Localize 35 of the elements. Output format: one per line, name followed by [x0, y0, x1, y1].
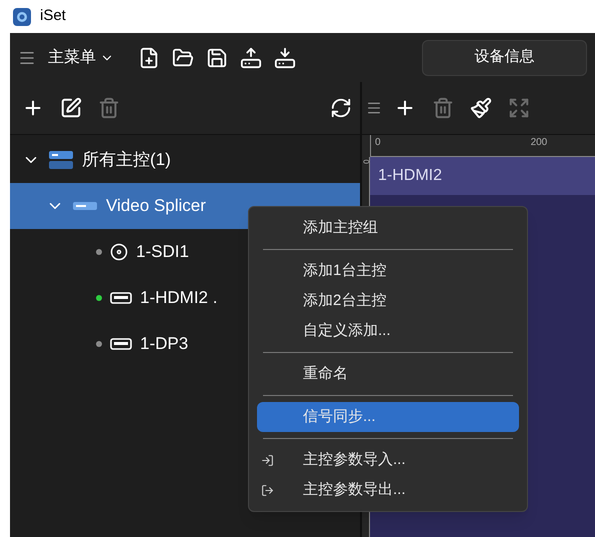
- tree-item[interactable]: 所有主控(1): [10, 137, 360, 183]
- device-group-icon: [48, 150, 74, 170]
- ruler-label: 0: [360, 160, 372, 166]
- ruler-label: 200: [530, 136, 548, 150]
- menu-item[interactable]: 重命名: [257, 359, 519, 389]
- menu-icon[interactable]: [366, 100, 382, 116]
- menu-item[interactable]: 主控参数导出...: [257, 475, 519, 505]
- tree-label: 1-HDMI2 .: [140, 287, 218, 310]
- export-icon: [261, 484, 274, 496]
- import-icon: [261, 454, 274, 466]
- menu-item[interactable]: 自定义添加...: [257, 316, 519, 346]
- refresh-icon[interactable]: [330, 97, 352, 119]
- port-icon: [110, 338, 132, 350]
- menu-item[interactable]: 主控参数导入...: [257, 445, 519, 475]
- port-icon: [110, 292, 132, 304]
- menu-item[interactable]: 添加1台主控: [257, 256, 519, 286]
- tree-label: Video Splicer: [106, 195, 206, 218]
- tree-label: 1-DP3: [140, 333, 188, 356]
- download-icon[interactable]: [274, 46, 296, 68]
- ruler-label: 0: [375, 136, 381, 150]
- menu-item[interactable]: 添加2台主控: [257, 286, 519, 316]
- new-file-icon[interactable]: [138, 46, 160, 68]
- menu-item[interactable]: 信号同步...: [257, 402, 519, 432]
- main-menu-button[interactable]: 主菜单: [48, 46, 114, 70]
- app-logo-icon: [12, 6, 32, 26]
- device-info-button[interactable]: 设备信息: [422, 40, 587, 76]
- folder-icon[interactable]: [172, 46, 194, 68]
- upload-icon[interactable]: [240, 46, 262, 68]
- layer-header[interactable]: 1-HDMI2: [370, 157, 595, 195]
- save-icon[interactable]: [206, 46, 228, 68]
- port-icon: [110, 243, 128, 261]
- tree-label: 所有主控(1): [82, 149, 171, 172]
- device-icon: [72, 201, 98, 211]
- tree-label: 1-SDI1: [136, 241, 189, 264]
- window-title: iSet: [40, 6, 66, 26]
